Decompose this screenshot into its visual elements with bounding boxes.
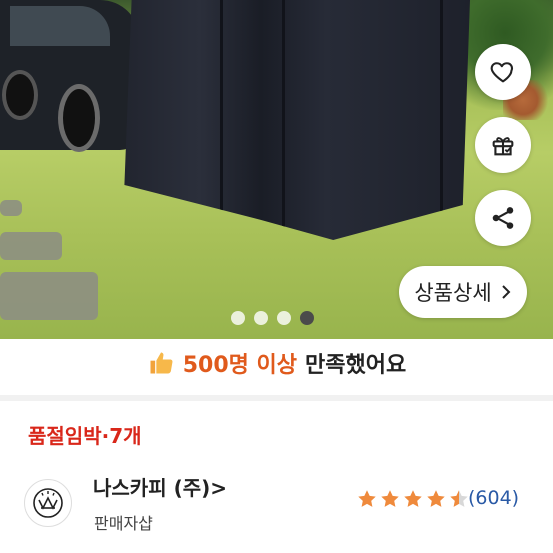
- share-icon: [492, 207, 514, 229]
- product-detail-label: 상품상세: [414, 281, 492, 305]
- seller-name-link[interactable]: 나스카피 (주)>: [93, 472, 227, 501]
- stock-warning: 품절임박·7개: [28, 424, 142, 448]
- satisfaction-count: 500명 이상: [182, 353, 298, 378]
- car: [0, 0, 140, 152]
- car-wheel: [58, 84, 100, 152]
- star-icon: [358, 490, 376, 507]
- stepping-stone: [0, 200, 22, 216]
- rating-stars[interactable]: [356, 488, 470, 510]
- star-icon: [404, 490, 422, 507]
- stepping-stone: [0, 272, 98, 320]
- heart-icon: [490, 62, 514, 83]
- star-icon: [381, 490, 399, 507]
- gift-button[interactable]: [475, 117, 531, 173]
- satisfaction-banner: 500명 이상 만족했어요: [0, 347, 553, 379]
- product-detail-button[interactable]: 상품상세: [399, 266, 527, 318]
- satisfaction-text: 만족했어요: [305, 353, 407, 378]
- tent: [124, 0, 470, 240]
- stepping-stone: [0, 232, 62, 260]
- chevron-right-icon: [501, 285, 511, 299]
- star-icon: [427, 490, 445, 507]
- seller-name: 나스카피 (주): [93, 476, 211, 500]
- thumbs-up-icon: [150, 352, 173, 374]
- image-pager: [231, 311, 314, 325]
- tent-seam: [440, 0, 443, 240]
- car-wheel: [2, 70, 38, 120]
- review-count-link[interactable]: (604): [468, 487, 519, 509]
- pager-dot-active[interactable]: [300, 311, 314, 325]
- gift-icon: [492, 137, 514, 156]
- pager-dot[interactable]: [254, 311, 268, 325]
- seller-logo[interactable]: [24, 479, 72, 527]
- chevron-right-icon: >: [210, 476, 228, 500]
- pager-dot[interactable]: [231, 311, 245, 325]
- section-divider: [0, 395, 553, 401]
- car-window: [10, 6, 110, 46]
- seller-type: 판매자샵: [94, 514, 153, 533]
- pager-dot[interactable]: [277, 311, 291, 325]
- seller-logo-icon: [33, 488, 63, 518]
- star-half-icon: [450, 490, 468, 507]
- share-button[interactable]: [475, 190, 531, 246]
- tent-seam: [220, 0, 223, 240]
- tent-seam: [282, 0, 285, 240]
- wishlist-button[interactable]: [475, 44, 531, 100]
